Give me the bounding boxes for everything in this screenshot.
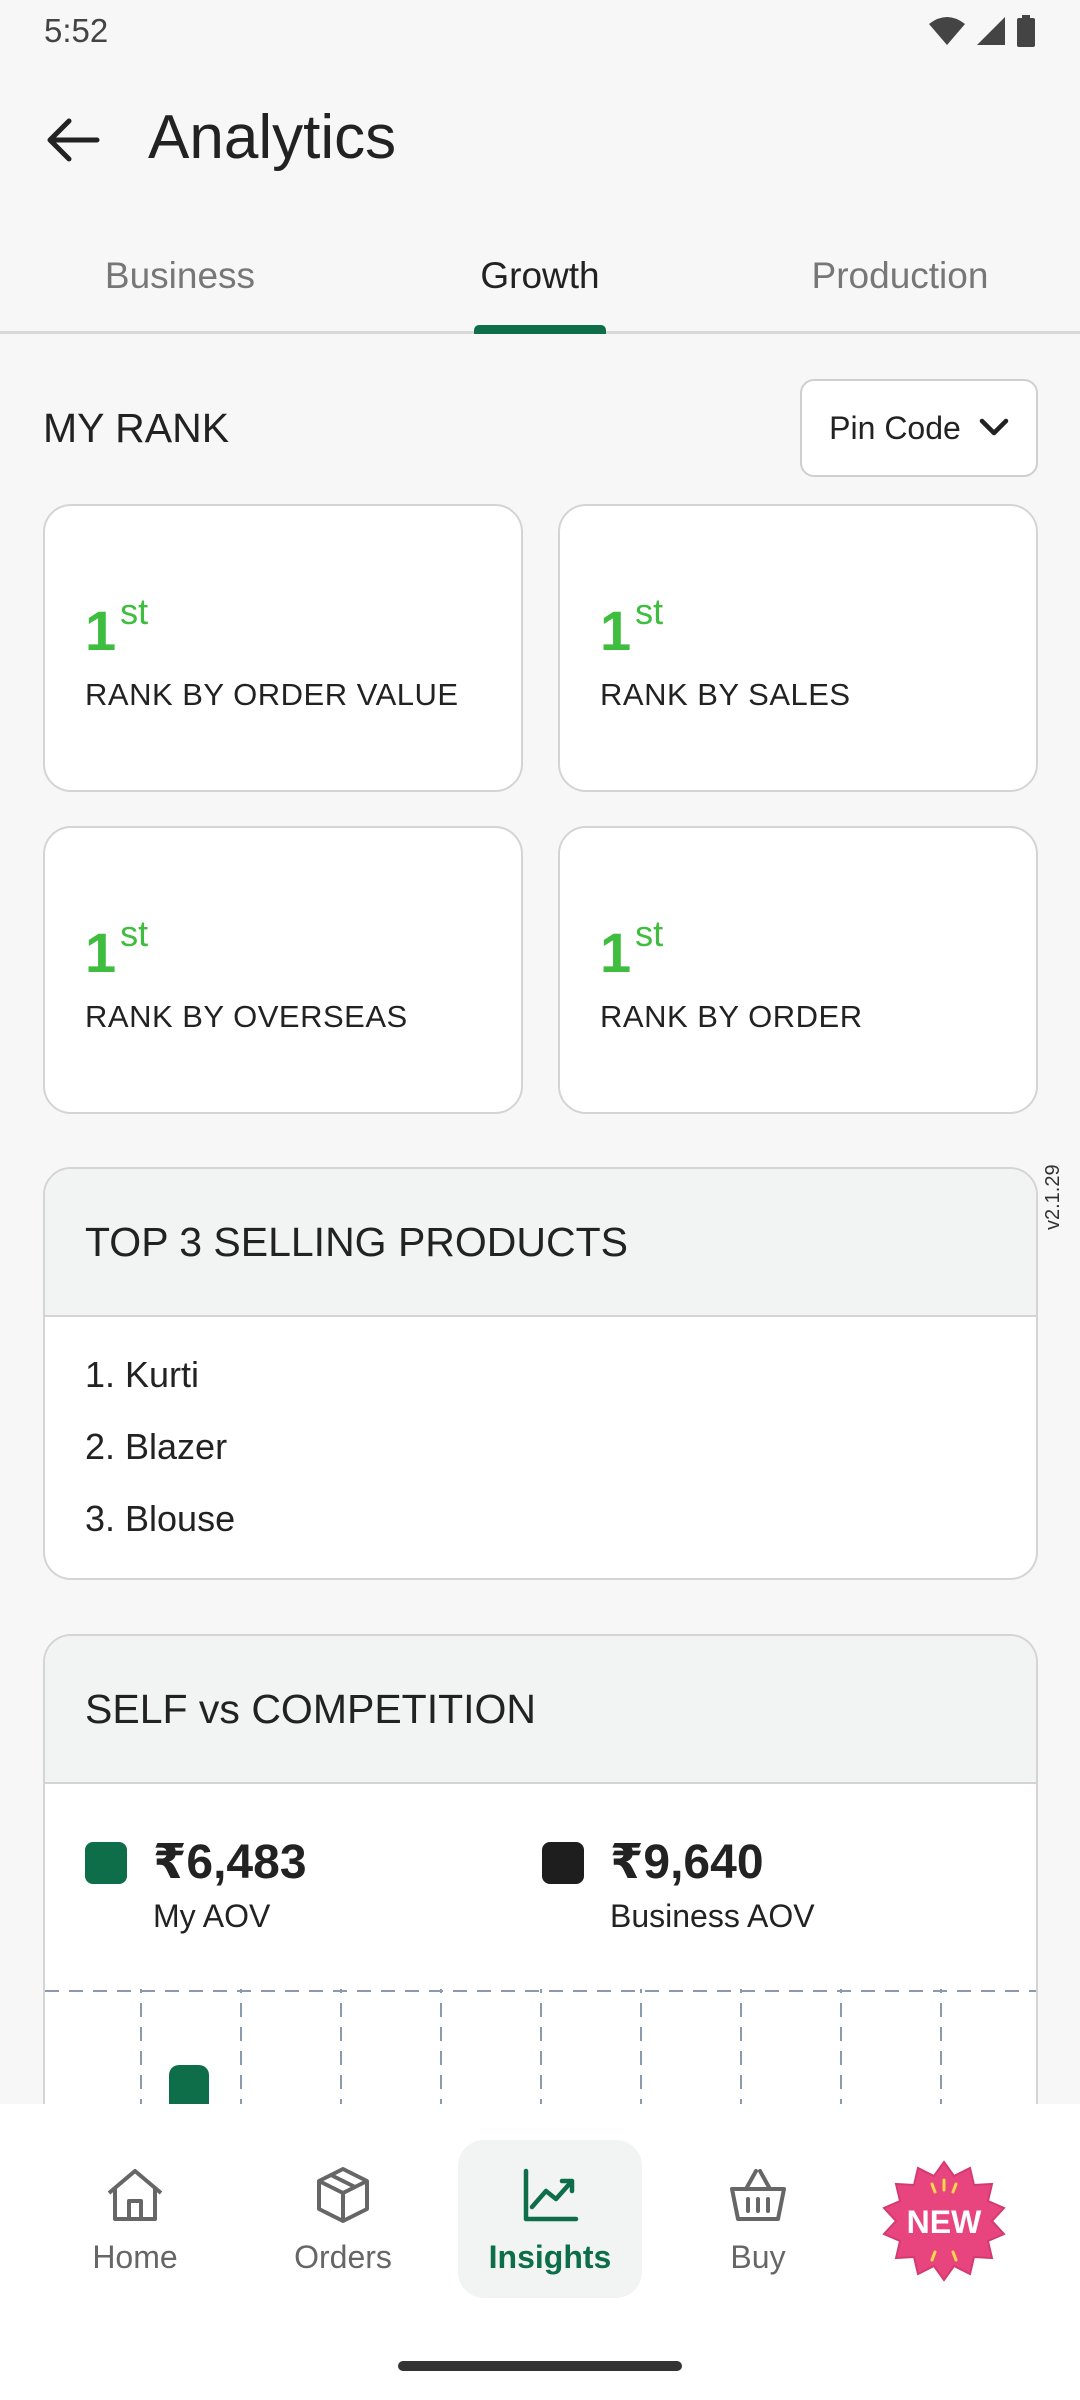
legend-business-aov: ₹9,640 Business AOV — [542, 1834, 999, 1935]
bottom-navigation: Home Orders Insights Buy NEW — [0, 2104, 1080, 2400]
legend-my-aov: ₹6,483 My AOV — [85, 1834, 542, 1935]
rank-value: 1st — [600, 913, 664, 984]
nav-home[interactable]: Home — [43, 2140, 227, 2298]
tab-growth[interactable]: Growth — [360, 220, 720, 331]
basket-icon — [730, 2168, 786, 2221]
wifi-icon — [929, 17, 965, 45]
list-item: 2. Blazer — [85, 1426, 228, 1467]
battery-icon — [1017, 15, 1035, 47]
rank-cards: 1st RANK BY ORDER VALUE 1st RANK BY SALE… — [43, 504, 1038, 1114]
my-rank-title: MY RANK — [43, 404, 230, 451]
rank-card-overseas: 1st RANK BY OVERSEAS — [43, 826, 523, 1114]
rank-label: RANK BY OVERSEAS — [85, 999, 408, 1034]
app-bar: Analytics — [0, 62, 1080, 212]
rank-card-order-value: 1st RANK BY ORDER VALUE — [43, 504, 523, 792]
home-icon — [107, 2168, 163, 2221]
tab-bar: Business Growth Production — [0, 220, 1080, 334]
chart-trend-icon — [523, 2168, 579, 2221]
my-aov-label: My AOV — [153, 1898, 271, 1934]
box-icon — [317, 2166, 369, 2223]
new-badge-text: NEW — [907, 2204, 982, 2240]
back-button[interactable] — [40, 107, 106, 173]
my-rank-header: MY RANK Pin Code — [43, 378, 1038, 478]
nav-insights-label: Insights — [488, 2238, 612, 2275]
nav-insights[interactable]: Insights — [458, 2140, 642, 2298]
tab-business[interactable]: Business — [0, 220, 360, 331]
aov-chart — [45, 1989, 1036, 2114]
business-aov-value: ₹9,640 — [610, 1836, 764, 1889]
my-aov-value: ₹6,483 — [153, 1836, 307, 1889]
chevron-down-icon — [979, 418, 1009, 436]
rank-value: 1st — [85, 913, 149, 984]
rank-card-sales: 1st RANK BY SALES — [558, 504, 1038, 792]
cellular-signal-icon — [977, 17, 1005, 45]
aov-legend: ₹6,483 My AOV ₹9,640 Business AOV — [45, 1784, 1036, 1935]
list-item: 3. Blouse — [85, 1498, 236, 1539]
nav-buy[interactable]: Buy — [666, 2140, 850, 2298]
rank-label: RANK BY ORDER — [600, 999, 863, 1034]
page-title: Analytics — [148, 103, 397, 172]
tab-production[interactable]: Production — [720, 220, 1080, 331]
status-bar: 5:52 — [0, 0, 1080, 62]
status-icons — [928, 15, 1036, 47]
home-indicator[interactable] — [398, 2361, 682, 2371]
nav-orders[interactable]: Orders — [251, 2140, 435, 2298]
pin-code-dropdown-value: Pin Code — [829, 409, 961, 446]
nav-orders-label: Orders — [294, 2238, 392, 2275]
rank-value: 1st — [85, 591, 149, 662]
self-vs-competition-panel: SELF vs COMPETITION ₹6,483 My AOV ₹9,640… — [43, 1634, 1038, 2114]
nav-buy-label: Buy — [730, 2238, 786, 2275]
self-vs-competition-title: SELF vs COMPETITION — [45, 1636, 1036, 1784]
top-products-panel: TOP 3 SELLING PRODUCTS 1. Kurti 2. Blaze… — [43, 1167, 1038, 1580]
list-item: 1. Kurti — [85, 1354, 200, 1395]
rank-card-order: 1st RANK BY ORDER — [558, 826, 1038, 1114]
new-badge[interactable]: NEW — [882, 2160, 1006, 2284]
version-label: v2.1.29 — [1042, 1164, 1064, 1230]
product-list: 1. Kurti 2. Blazer 3. Blouse — [45, 1317, 1036, 1555]
legend-swatch-my-aov — [85, 1842, 127, 1884]
nav-home-label: Home — [92, 2238, 178, 2275]
rank-label: RANK BY ORDER VALUE — [85, 677, 459, 712]
arrow-back-icon — [47, 118, 100, 162]
chart-gridlines-vertical — [140, 1989, 942, 2114]
legend-swatch-business-aov — [542, 1842, 584, 1884]
rank-label: RANK BY SALES — [600, 677, 851, 712]
top-products-title: TOP 3 SELLING PRODUCTS — [45, 1169, 1036, 1317]
status-time: 5:52 — [44, 12, 109, 49]
rank-value: 1st — [600, 591, 664, 662]
business-aov-label: Business AOV — [610, 1898, 815, 1934]
pin-code-dropdown[interactable]: Pin Code — [800, 379, 1038, 477]
